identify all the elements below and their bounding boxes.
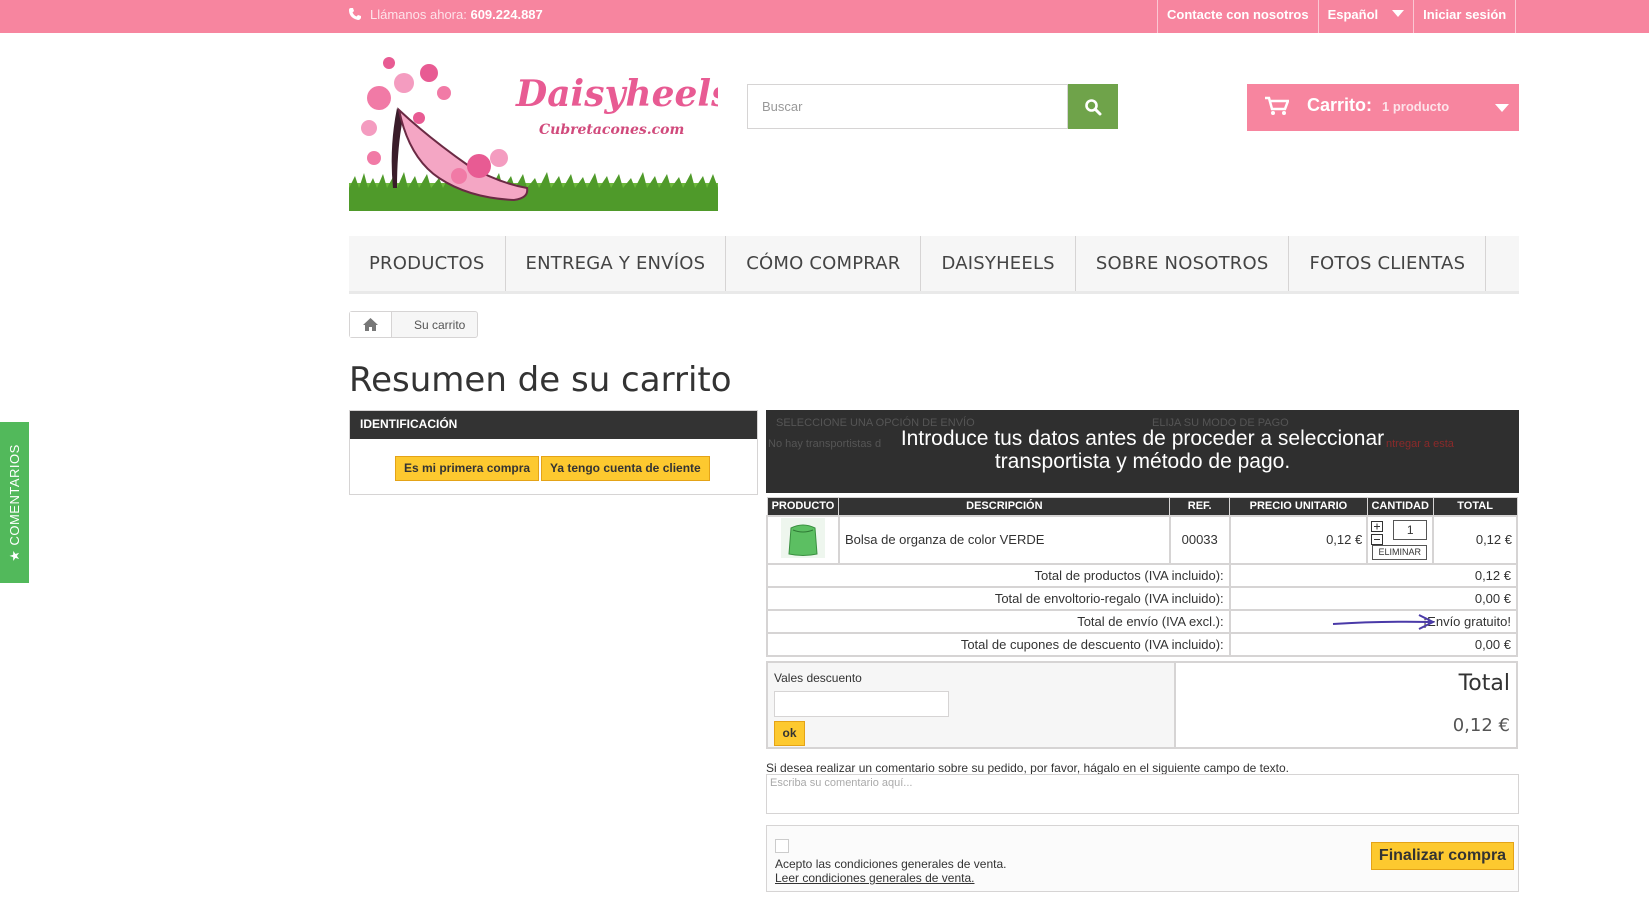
search-input[interactable]: Buscar (747, 84, 1068, 129)
login-link[interactable]: Iniciar sesión (1413, 0, 1517, 33)
terms-panel: Acepto las condiciones generales de vent… (766, 825, 1519, 892)
table-row: Bolsa de organza de color VERDE 00033 0,… (766, 514, 1518, 565)
col-header-description: DESCRIPCIÓN (838, 497, 1171, 516)
quantity-stepper[interactable] (1371, 520, 1384, 545)
shipping-payment-panel: SELECCIONE UNA OPCIÓN DE ENVÍO ELIJA SU … (766, 410, 1519, 493)
col-header-total: TOTAL (1432, 497, 1518, 516)
comment-textarea[interactable]: Escriba su comentario aquí... (766, 774, 1519, 814)
summary-label: Total de envoltorio-regalo (IVA incluido… (766, 585, 1231, 611)
summary-row-products: Total de productos (IVA incluido): 0,12 … (766, 562, 1519, 588)
nav-item-daisyheels[interactable]: DAISYHEELS (921, 236, 1076, 291)
total-panel: Total 0,12 € (1176, 661, 1518, 749)
summary-label: Total de envío (IVA excl.): (766, 608, 1231, 634)
remove-button[interactable]: ELIMINAR (1372, 544, 1428, 560)
logo-sub: Cubretacones.com (539, 122, 684, 138)
search-button[interactable] (1068, 84, 1118, 129)
quantity-input[interactable]: 1 (1393, 519, 1428, 540)
page-title: Resumen de su carrito (349, 360, 732, 400)
product-unit-price: 0,12 € (1228, 514, 1369, 565)
phone-label: Llámanos ahora: (370, 7, 467, 22)
contact-link[interactable]: Contacte con nosotros (1157, 0, 1318, 33)
summary-value: 0,00 € (1228, 585, 1519, 611)
summary-row-coupons: Total de cupones de descuento (IVA inclu… (766, 631, 1519, 657)
logo[interactable]: Daisyheels Cubretacones.com (349, 48, 731, 211)
comment-label: Si desea realizar un comentario sobre su… (766, 761, 1289, 775)
top-bar: Llámanos ahora: 609.224.887 Contacte con… (0, 0, 1649, 33)
cart-quantity: 1 producto (1382, 99, 1450, 114)
language-selector[interactable]: Español (1317, 0, 1414, 33)
cart-button[interactable]: Carrito: 1 producto (1247, 84, 1519, 131)
summary-label: Total de cupones de descuento (IVA inclu… (766, 631, 1231, 657)
col-header-product: PRODUCTO (766, 497, 840, 516)
voucher-label: Vales descuento (774, 671, 862, 685)
product-thumbnail[interactable] (780, 518, 825, 558)
chevron-down-icon (1495, 104, 1509, 112)
total-value: 0,12 € (1452, 715, 1510, 736)
nav-item-sobre-nosotros[interactable]: SOBRE NOSOTROS (1076, 236, 1290, 291)
col-header-unit-price: PRECIO UNITARIO (1229, 497, 1368, 516)
table-header-row: PRODUCTO DESCRIPCIÓN REF. PRECIO UNITARI… (766, 497, 1518, 516)
home-icon (363, 318, 378, 331)
product-ref: 00033 (1168, 514, 1231, 565)
cart-table: PRODUCTO DESCRIPCIÓN REF. PRECIO UNITARI… (766, 497, 1519, 657)
summary-value-cell: ¡Envío gratuito! (1228, 608, 1519, 634)
nav-item-fotos-clientas[interactable]: FOTOS CLIENTAS (1289, 236, 1487, 291)
col-header-quantity: CANTIDAD (1366, 497, 1434, 516)
product-total: 0,12 € (1432, 514, 1518, 565)
logo-image: Daisyheels Cubretacones.com (349, 57, 731, 211)
summary-value: 0,12 € (1228, 562, 1519, 588)
logo-brand: Daisyheels (515, 73, 718, 115)
cart-icon (1265, 96, 1289, 115)
summary-row-shipping: Total de envío (IVA excl.): ¡Envío gratu… (766, 608, 1519, 634)
nav-item-productos[interactable]: PRODUCTOS (349, 236, 506, 291)
voucher-input[interactable] (774, 691, 949, 717)
breadcrumb: Su carrito (349, 311, 479, 338)
summary-row-giftwrap: Total de envoltorio-regalo (IVA incluido… (766, 585, 1519, 611)
identification-header: IDENTIFICACIÓN (350, 411, 757, 439)
total-label: Total (1458, 671, 1510, 696)
summary-label: Total de productos (IVA incluido): (766, 562, 1231, 588)
language-label: Español (1327, 7, 1379, 22)
identification-panel: IDENTIFICACIÓN Es mi primera compra Ya t… (349, 410, 758, 495)
arrow-icon (1332, 613, 1435, 630)
home-link[interactable] (350, 312, 392, 337)
overlay-message-line-1: Introduce tus datos antes de proceder a … (900, 427, 1385, 450)
have-account-button[interactable]: Ya tengo cuenta de cliente (541, 456, 710, 481)
terms-read-link[interactable]: Leer condiciones generales de venta. (775, 871, 974, 885)
overlay-message: Introduce tus datos antes de proceder a … (766, 427, 1519, 473)
nav-item-entrega[interactable]: ENTREGA Y ENVÍOS (506, 236, 727, 291)
terms-accept-label: Acepto las condiciones generales de vent… (775, 857, 1007, 871)
comments-side-tab-label: ★ COMENTARIOS (6, 443, 22, 562)
cart-label: Carrito: (1307, 95, 1373, 115)
top-links: Contacte con nosotros Español Iniciar se… (1157, 0, 1517, 33)
phone-info: Llámanos ahora: 609.224.887 (348, 0, 543, 33)
product-thumbnail-cell (766, 514, 840, 565)
nav-item-como-comprar[interactable]: CÓMO COMPRAR (726, 236, 922, 291)
terms-checkbox[interactable] (775, 839, 789, 853)
main-nav: PRODUCTOS ENTREGA Y ENVÍOS CÓMO COMPRAR … (349, 236, 1519, 294)
voucher-ok-button[interactable]: ok (774, 721, 805, 746)
col-header-ref: REF. (1169, 497, 1231, 516)
quantity-cell: 1 ELIMINAR (1366, 514, 1435, 565)
product-description[interactable]: Bolsa de organza de color VERDE (837, 514, 1171, 565)
search-icon (1085, 98, 1102, 115)
breadcrumb-current: Su carrito (414, 317, 466, 332)
finish-order-button[interactable]: Finalizar compra (1371, 842, 1514, 870)
overlay-message-line-2: transportista y método de pago. (994, 450, 1291, 473)
phone-icon (349, 8, 361, 20)
first-purchase-button[interactable]: Es mi primera compra (395, 456, 540, 481)
summary-value: 0,00 € (1228, 631, 1519, 657)
phone-number[interactable]: 609.224.887 (470, 7, 542, 22)
voucher-panel: Vales descuento ok (766, 661, 1176, 749)
comments-side-tab[interactable]: ★ COMENTARIOS (0, 422, 29, 583)
chevron-down-icon (1392, 10, 1405, 17)
